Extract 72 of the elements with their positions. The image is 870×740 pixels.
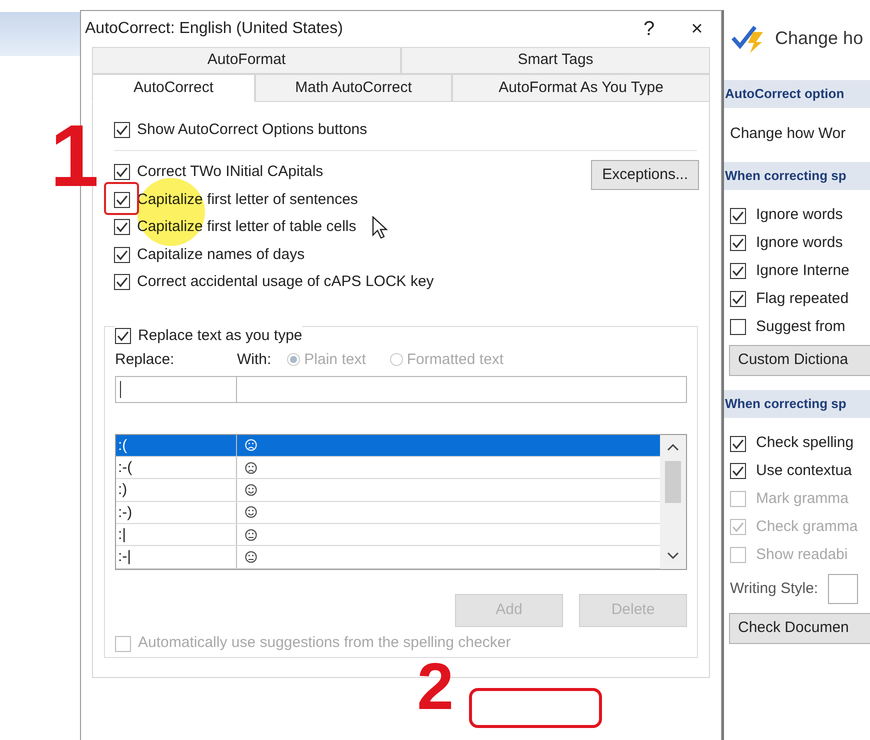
tab[interactable]: AutoFormat As You Type [452,74,710,102]
checkbox-label: Mark gramma [756,489,849,510]
checkbox[interactable] [114,192,130,208]
checkbox[interactable] [730,208,746,224]
radio-button[interactable] [287,353,300,366]
list-row[interactable]: :-( [116,457,660,480]
close-button[interactable]: × [677,14,717,44]
checkbox-label: Show readabi [756,544,848,565]
list-row[interactable]: :| [116,524,660,546]
window-title: AutoCorrect: English (United States) [85,19,344,39]
list-row[interactable]: :( [116,434,660,458]
pane-button[interactable]: Check Documen [729,612,870,644]
checkbox-label: Suggest from [756,316,846,337]
section-heading: When correcting sp [724,162,870,190]
checkbox[interactable] [115,328,131,344]
list-cell: :-) [116,502,237,523]
list-cell: :) [116,479,237,501]
pane-button[interactable]: Custom Dictiona [729,344,870,376]
step-number: 1 [50,112,99,200]
checkbox-label: Correct TWo INitial CApitals [137,162,324,182]
field-label: With: [237,350,272,370]
list-row[interactable]: :) [116,479,660,502]
radio-label: Plain text [304,350,366,370]
checkbox-label: Automatically use suggestions from the spelling checker [138,633,511,654]
cursor-icon [372,216,388,240]
with-field[interactable] [237,376,687,403]
checkbox-label: Check gramma [756,516,858,537]
radio-button[interactable] [390,353,403,366]
checkbox[interactable] [114,122,130,138]
checkbox[interactable] [730,235,746,252]
tab[interactable]: AutoCorrect [92,74,255,102]
list-cell: :-( [116,457,237,478]
pane-title: Change ho [775,26,864,50]
step-number: 2 [417,653,454,719]
dropdown-field[interactable] [828,574,858,604]
radio-label: Formatted text [406,350,504,370]
list-cell: :-| [116,546,237,568]
list-row[interactable]: :-| [116,546,660,569]
checkbox-label: Ignore words [756,233,843,254]
checkbox-label: Capitalize first letter of sentences [137,190,358,210]
checkbox-label: Capitalize names of days [137,244,305,264]
checkbox[interactable] [114,164,130,180]
section-heading: When correcting sp [724,390,870,418]
description-text: Change how Wor [730,124,846,144]
checkbox-label: Show AutoCorrect Options buttons [137,120,368,140]
checkbox-label: Check spelling [756,433,854,454]
checkbox[interactable] [114,274,130,290]
checkbox-label: Correct accidental usage of cAPS LOCK key [137,272,434,292]
checkbox[interactable] [114,246,130,263]
exceptions-button[interactable]: Exceptions... [591,160,699,190]
section-heading: AutoCorrect option [724,80,870,108]
checkbox-label: Flag repeated [756,288,849,309]
checkbox-label: Ignore words [756,205,843,226]
checkbox-label: Use contextua [756,461,852,482]
list-cell: :| [116,524,237,546]
tab[interactable]: AutoFormat [92,47,401,74]
help-button[interactable]: ? [629,14,669,44]
field-label: Replace: [115,350,176,370]
tab[interactable]: Smart Tags [401,47,710,74]
checkbox-label: Ignore Interne [756,261,850,282]
field-label: Writing Style: [730,578,818,599]
list-row[interactable]: :-) [116,502,660,524]
checkbox[interactable] [730,463,746,480]
list-cell: :( [116,434,237,456]
tab[interactable]: Math AutoCorrect [255,74,452,102]
checkbox[interactable] [114,219,130,236]
checkbox[interactable] [730,263,746,280]
checkbox-label: Replace text as you type [138,326,302,346]
checkbox[interactable] [730,436,746,452]
replace-field[interactable] [115,376,237,403]
checkbox[interactable] [730,318,746,335]
checkbox[interactable] [730,291,746,308]
